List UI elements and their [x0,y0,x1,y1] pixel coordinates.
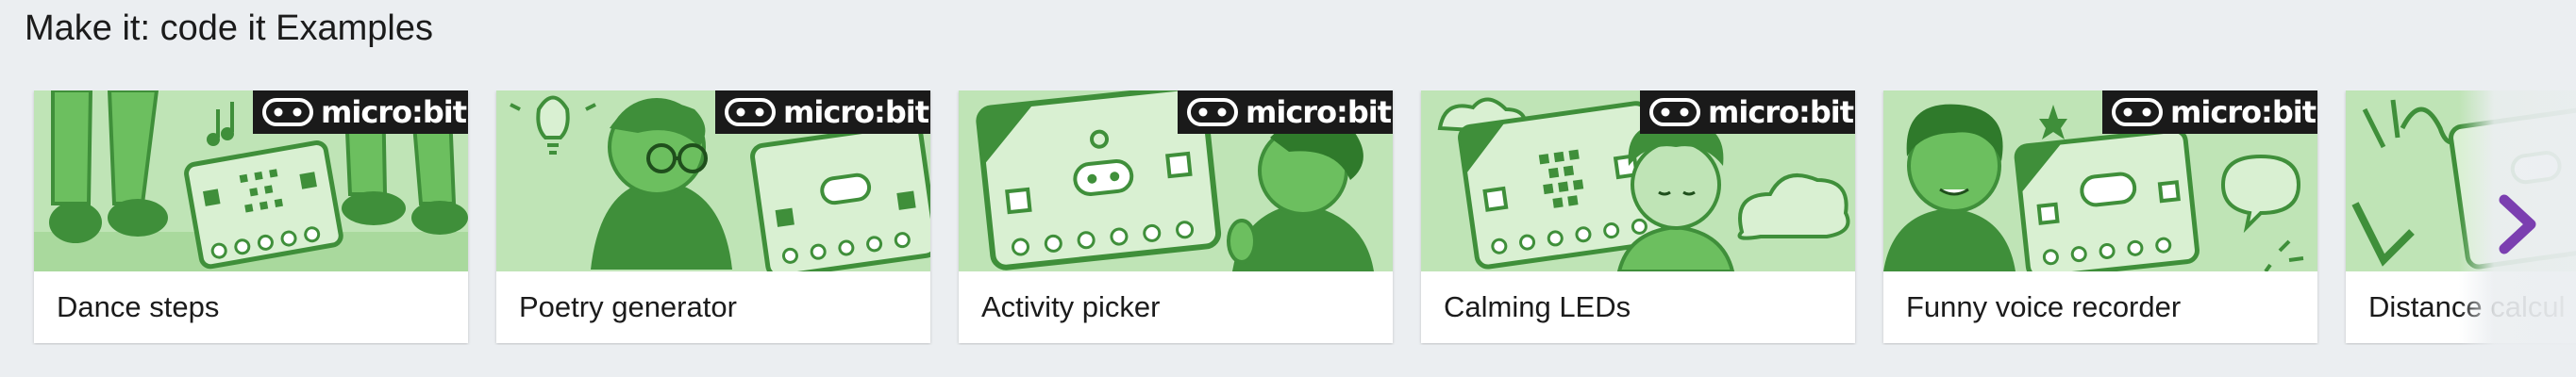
microbit-badge: micro:bit [1640,90,1855,134]
microbit-badge-text: micro:bit [783,94,929,130]
example-card-calming-leds[interactable]: micro:bit Calming LEDs [1421,90,1855,343]
card-title: Calming LEDs [1444,290,1631,323]
microbit-face-icon [1187,98,1238,126]
microbit-face-icon [725,98,776,126]
card-title: Activity picker [981,290,1161,323]
examples-carousel: micro:bit Dance steps micro:bit Poetry g… [0,90,2576,345]
card-image: micro:bit [1883,90,2317,271]
section-title: Make it: code it Examples [25,8,433,48]
microbit-badge: micro:bit [253,90,468,134]
microbit-badge: micro:bit [1178,90,1393,134]
example-card-funny-voice-recorder[interactable]: micro:bit Funny voice recorder [1883,90,2317,343]
card-title: Funny voice recorder [1906,290,2182,323]
chevron-right-icon [2499,194,2536,254]
example-card-dance-steps[interactable]: micro:bit Dance steps [34,90,468,343]
card-title: Dance steps [57,290,220,323]
microbit-badge-text: micro:bit [1246,94,1392,130]
microbit-badge: micro:bit [715,90,930,134]
card-image: micro:bit [1421,90,1855,271]
card-image: micro:bit [959,90,1393,271]
microbit-badge-text: micro:bit [321,94,467,130]
microbit-face-icon [262,98,313,126]
card-image: micro:bit [34,90,468,271]
microbit-badge: micro:bit [2102,90,2317,134]
example-card-activity-picker[interactable]: micro:bit Activity picker [959,90,1393,343]
microbit-face-icon [1649,98,1700,126]
example-card-poetry-generator[interactable]: micro:bit Poetry generator [496,90,930,343]
microbit-badge-text: micro:bit [2170,94,2317,130]
card-title: Poetry generator [519,290,737,323]
card-title: Distance calcul [2368,290,2566,323]
microbit-badge-text: micro:bit [1708,94,1854,130]
card-image: micro:bit [496,90,930,271]
carousel-next-button[interactable] [2487,185,2548,264]
microbit-face-icon [2112,98,2163,126]
